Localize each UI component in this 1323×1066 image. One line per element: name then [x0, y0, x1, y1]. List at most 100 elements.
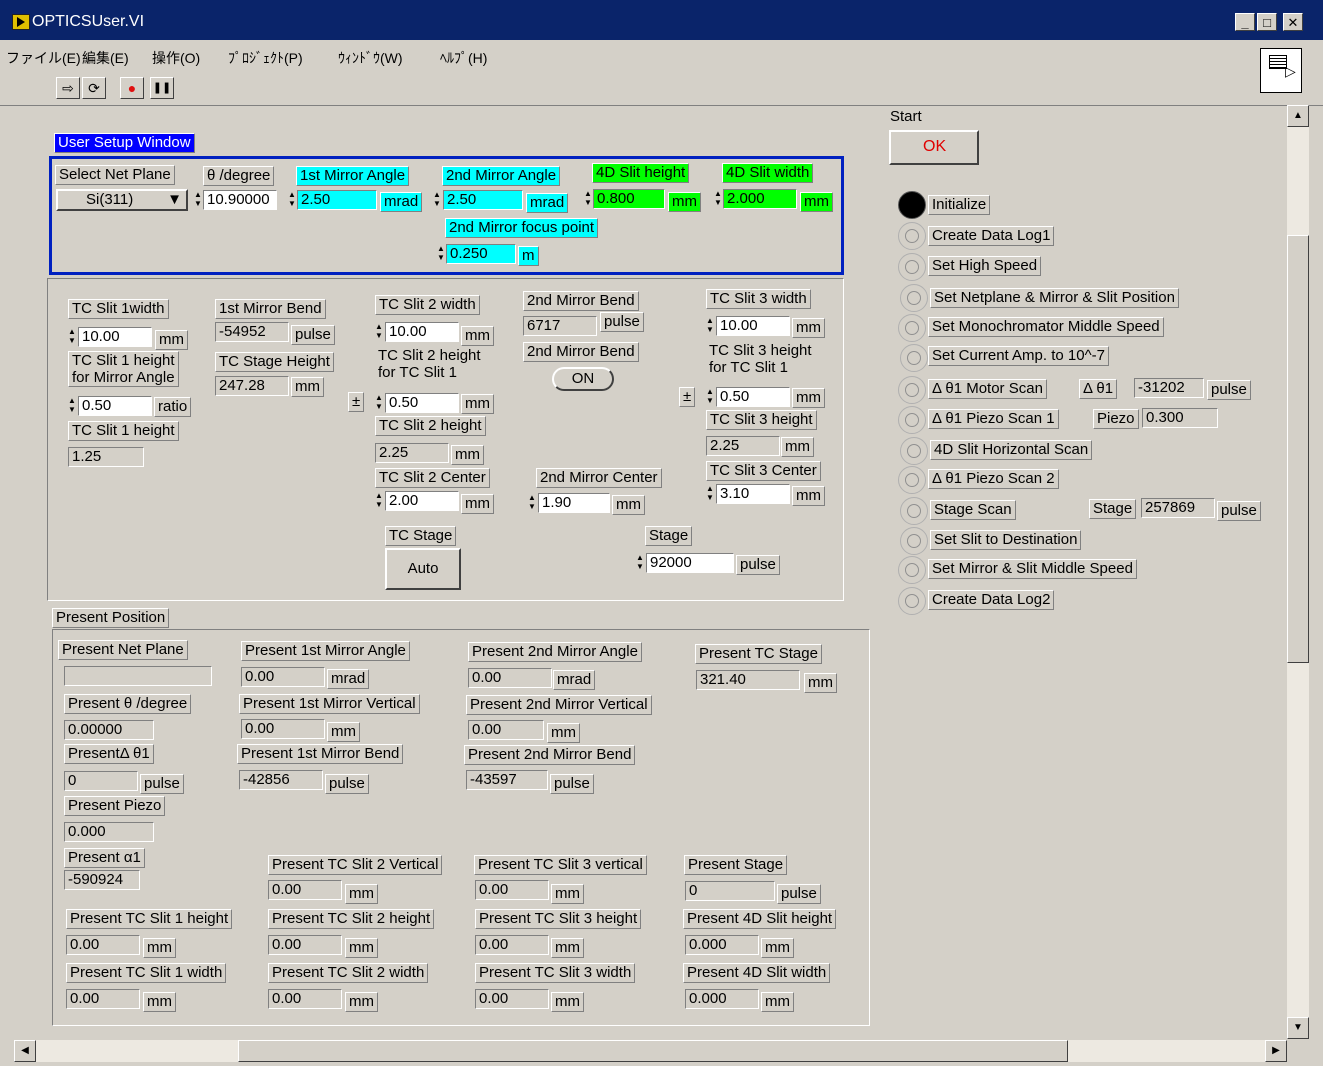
tc-slit3-height-value: 2.25	[706, 436, 780, 456]
mirror2-center-spinner-icon[interactable]: ▲ ▼	[528, 493, 536, 513]
scroll-right-icon[interactable]: ▶	[1265, 1040, 1287, 1062]
tc-slit2-center-spinner-icon[interactable]: ▲ ▼	[375, 491, 383, 511]
tc-slit1-width-input[interactable]: 10.00	[78, 327, 152, 347]
step-led-icon	[898, 191, 926, 219]
tc-slit1-ratio-input[interactable]: 0.50	[78, 396, 152, 416]
theta-spinner-icon[interactable]: ▲ ▼	[194, 190, 202, 210]
scroll-down-icon[interactable]: ▼	[1287, 1017, 1309, 1039]
net-plane-select[interactable]: Si(311) ▼	[56, 189, 188, 211]
tc-slit2-width-unit: mm	[461, 326, 494, 346]
mirror2-center-input[interactable]: 1.90	[538, 493, 610, 513]
tc-slit3-for1-spinner-icon[interactable]: ▲ ▼	[706, 387, 714, 407]
app-icon	[12, 14, 30, 30]
mirror2-angle-input[interactable]: 2.50	[443, 190, 523, 210]
tc-slit3-for1-input[interactable]: 0.50	[716, 387, 790, 407]
present-m1-angle-unit: mrad	[327, 669, 370, 689]
run-continuous-icon[interactable]: ⟳	[82, 77, 106, 99]
present-position-title: Present Position	[52, 608, 170, 628]
step-create-log2: Create Data Log2	[928, 590, 1055, 610]
abort-icon[interactable]: ●	[120, 77, 144, 99]
pause-icon[interactable]: ❚❚	[150, 77, 174, 99]
step-initialize: Initialize	[928, 195, 991, 215]
slit4d-width-spinner-icon[interactable]: ▲ ▼	[714, 189, 722, 209]
tc-slit2-width-spinner-icon[interactable]: ▲ ▼	[375, 322, 383, 342]
tc-slit1-ratio-spinner-icon[interactable]: ▲ ▼	[68, 396, 76, 416]
slit4d-height-label: 4D Slit height	[592, 163, 690, 183]
user-setup-title: User Setup Window	[54, 133, 195, 153]
tc-slit3-width-input[interactable]: 10.00	[716, 316, 790, 336]
tc-slit3-center-input[interactable]: 3.10	[716, 484, 790, 504]
slit4d-height-input[interactable]: 0.800	[593, 189, 665, 209]
present-slit2-h-unit: mm	[345, 938, 378, 958]
menu-window[interactable]: ｳｨﾝﾄﾞｳ(W)	[338, 48, 403, 68]
present-stage-label: Present Stage	[684, 855, 788, 875]
present-m2-bend-label: Present 2nd Mirror Bend	[464, 745, 636, 765]
step-led-icon	[898, 222, 926, 250]
step-high-speed: Set High Speed	[928, 256, 1042, 276]
present-tc-stage-label: Present TC Stage	[695, 644, 822, 664]
present-4d-h-value: 0.000	[685, 935, 759, 955]
tc-slit3-width-spinner-icon[interactable]: ▲ ▼	[706, 316, 714, 336]
menu-edit[interactable]: 編集(E)	[82, 48, 129, 68]
step-led-icon	[900, 284, 928, 312]
slit4d-width-label: 4D Slit width	[722, 163, 814, 183]
tc-slit2-center-input[interactable]: 2.00	[385, 491, 459, 511]
present-stage-unit: pulse	[777, 884, 821, 904]
tc-slit3-for1-unit: mm	[792, 388, 825, 408]
minimize-button[interactable]: _	[1235, 13, 1255, 31]
mirror1-angle-input[interactable]: 2.50	[297, 190, 377, 210]
tc-slit2-for1-input[interactable]: 0.50	[385, 393, 459, 413]
mirror2-focus-spinner-icon[interactable]: ▲ ▼	[437, 244, 445, 264]
present-slit2-vert-label: Present TC Slit 2 Vertical	[268, 855, 443, 875]
mirror2-angle-label: 2nd Mirror Angle	[442, 166, 561, 186]
horizontal-scroll-thumb[interactable]	[238, 1040, 1068, 1062]
scroll-left-icon[interactable]: ◀	[14, 1040, 36, 1062]
tc-slit3-pm-label: ±	[679, 387, 696, 407]
tc-slit2-for1-spinner-icon[interactable]: ▲ ▼	[375, 393, 383, 413]
step-dtheta-unit: pulse	[1207, 380, 1251, 400]
mirror2-bend-toggle[interactable]: ON	[552, 367, 614, 391]
present-dtheta-value: 0	[64, 771, 138, 791]
vertical-scrollbar[interactable]: ▲ ▼	[1287, 105, 1309, 1039]
menu-operate[interactable]: 操作(O)	[152, 48, 200, 68]
present-m1-angle-label: Present 1st Mirror Angle	[241, 641, 410, 661]
scroll-up-icon[interactable]: ▲	[1287, 105, 1309, 127]
step-piezo-label: Piezo	[1093, 409, 1139, 429]
maximize-button[interactable]: □	[1257, 13, 1277, 31]
menu-project[interactable]: ﾌﾟﾛｼﾞｪｸﾄ(P)	[228, 48, 303, 68]
tc-slit3-center-spinner-icon[interactable]: ▲ ▼	[706, 484, 714, 504]
present-m2-angle-value: 0.00	[468, 668, 552, 688]
toolbar: ⇨ ⟳ ● ❚❚	[0, 73, 1323, 106]
step-piezo-value: 0.300	[1142, 408, 1218, 428]
vertical-scroll-thumb[interactable]	[1287, 235, 1309, 663]
tc-slit1-width-spinner-icon[interactable]: ▲ ▼	[68, 327, 76, 347]
mirror1-angle-spinner-icon[interactable]: ▲ ▼	[288, 190, 296, 210]
menu-help[interactable]: ﾍﾙﾌﾟ(H)	[440, 48, 487, 68]
present-slit2-w-value: 0.00	[268, 989, 342, 1009]
tc-slit2-height-for1-line1: TC Slit 2 height	[378, 347, 481, 364]
tc-stage-auto-button[interactable]: Auto	[385, 548, 461, 590]
present-slit2-w-unit: mm	[345, 992, 378, 1012]
mirror1-bend-value: -54952	[215, 322, 289, 342]
tc-slit2-width-input[interactable]: 10.00	[385, 322, 459, 342]
present-slit1-w-unit: mm	[143, 992, 176, 1012]
step-4d-slit-scan: 4D Slit Horizontal Scan	[930, 440, 1093, 460]
title-bar: OPTICSUser.VI _ □ ✕	[0, 0, 1323, 40]
ok-button[interactable]: OK	[889, 130, 979, 165]
mirror2-focus-unit: m	[518, 246, 539, 266]
mirror2-focus-input[interactable]: 0.250	[446, 244, 516, 264]
slit4d-width-input[interactable]: 2.000	[723, 189, 797, 209]
stage-spinner-icon[interactable]: ▲ ▼	[636, 553, 644, 573]
present-tc-stage-value: 321.40	[696, 670, 800, 690]
slit4d-height-spinner-icon[interactable]: ▲ ▼	[584, 189, 592, 209]
mirror2-center-unit: mm	[612, 495, 645, 515]
menu-file[interactable]: ファイル(E)	[6, 48, 81, 68]
horizontal-scrollbar[interactable]: ◀ ▶	[14, 1040, 1287, 1062]
close-button[interactable]: ✕	[1283, 13, 1303, 31]
step-slit-destination: Set Slit to Destination	[930, 530, 1082, 550]
mirror2-angle-spinner-icon[interactable]: ▲ ▼	[433, 190, 441, 210]
stage-input[interactable]: 92000	[646, 553, 734, 573]
run-arrow-icon[interactable]: ⇨	[56, 77, 80, 99]
theta-input[interactable]: 10.90000	[203, 190, 277, 210]
present-slit3-vert-label: Present TC Slit 3 vertical	[474, 855, 647, 875]
